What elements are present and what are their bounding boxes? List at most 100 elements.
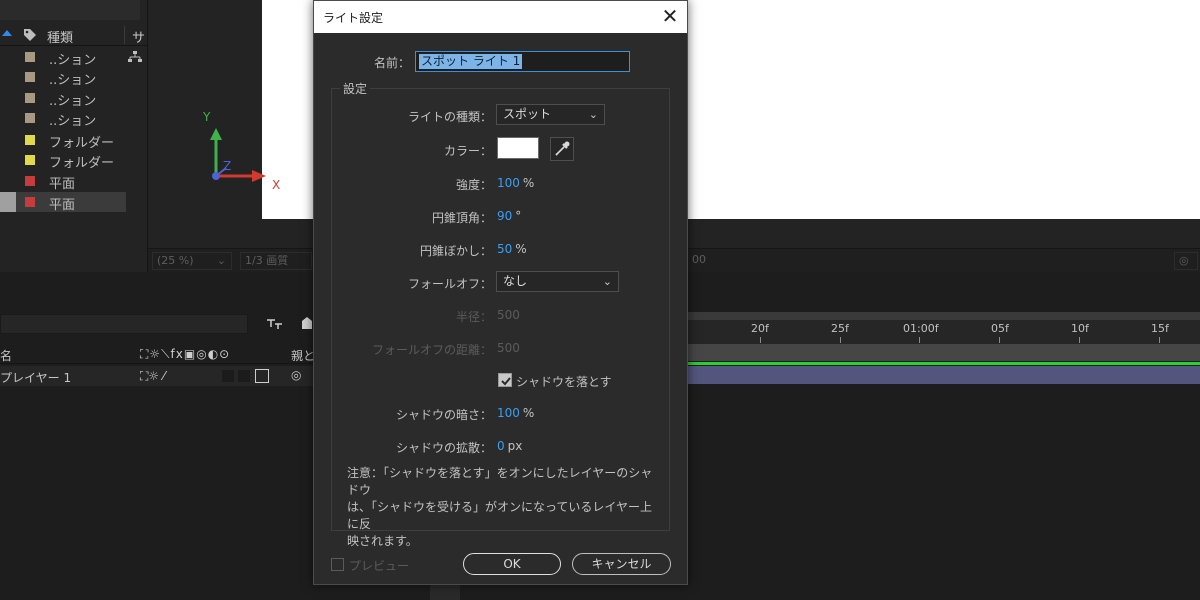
timecode-display[interactable]: 00	[688, 252, 718, 270]
shadow-diffusion-field[interactable]: 0 px	[497, 439, 522, 453]
project-search-bar[interactable]	[0, 0, 140, 20]
sort-ascending-icon[interactable]	[2, 30, 12, 36]
project-item[interactable]: フォルダー	[0, 150, 126, 171]
zoom-value: (25 %)	[157, 254, 194, 267]
resolution-dropdown[interactable]: 1/3 画質	[240, 252, 312, 270]
parent-column-label[interactable]: 親と	[291, 347, 315, 364]
cone-angle-label: 円錐頂角：	[431, 211, 492, 225]
project-item-name: 平面	[49, 177, 76, 192]
name-input[interactable]: スポット ライト 1	[415, 51, 630, 72]
name-label: 名前：	[373, 56, 410, 70]
work-area-bar[interactable]	[686, 344, 1200, 361]
layer-name-column-label[interactable]: 名	[0, 347, 12, 364]
chevron-down-icon: ⌄	[588, 108, 598, 121]
layer-switches-icons[interactable]: ⛶☼ ⁄	[140, 369, 165, 384]
intensity-field[interactable]: 100%	[497, 176, 534, 190]
project-item-name: ..ション	[49, 53, 97, 68]
layer-row[interactable]: プレイヤー 1 ⛶☼ ⁄ ◎	[0, 366, 320, 386]
layer-duration-bar[interactable]	[686, 366, 1200, 384]
cone-feather-unit: %	[515, 242, 527, 256]
radius-label: 半径：	[455, 310, 492, 324]
project-item[interactable]: フォルダー	[0, 130, 126, 151]
project-column-header: 種類 サ	[0, 24, 148, 46]
preview-label[interactable]: プレビュー	[349, 557, 409, 574]
cancel-button[interactable]: キャンセル	[572, 553, 671, 575]
time-ruler[interactable]: 20f 25f 01:00f 05f 10f 15f	[686, 312, 1200, 344]
color-swatch[interactable]	[497, 137, 539, 159]
cone-feather-field[interactable]: 50%	[497, 242, 527, 256]
falloff-dropdown[interactable]: なし ⌄	[496, 271, 619, 292]
project-item[interactable]: ..ション	[0, 47, 142, 68]
adjustment-switch[interactable]	[238, 370, 250, 382]
3d-axis-gizmo-icon[interactable]	[208, 110, 298, 190]
timeline-search-input[interactable]	[0, 314, 248, 334]
label-color-swatch[interactable]	[25, 113, 35, 123]
layer-name[interactable]: プレイヤー 1	[0, 369, 71, 386]
preview-checkbox[interactable]	[331, 558, 344, 571]
project-item[interactable]: ..ション	[0, 88, 126, 109]
checkmark-icon	[501, 377, 511, 386]
falloff-value: なし	[503, 274, 528, 288]
render-cache-indicator	[686, 362, 1200, 365]
eyedropper-icon[interactable]	[550, 137, 574, 161]
zoom-dropdown[interactable]: (25 %) ⌄	[152, 252, 232, 270]
column-type-header[interactable]: 種類	[47, 27, 73, 46]
project-item-selected[interactable]: 平面	[0, 192, 126, 213]
cone-angle-value: 90	[497, 209, 513, 223]
time-navigator-bar[interactable]	[686, 312, 1200, 320]
casts-shadows-checkbox[interactable]	[498, 373, 512, 387]
cone-angle-field[interactable]: 90 °	[497, 209, 521, 223]
project-item[interactable]: ..ション	[0, 67, 126, 88]
pickwhip-icon[interactable]: ◎	[291, 368, 301, 382]
label-color-swatch[interactable]	[25, 176, 35, 186]
shadow-diffusion-unit: px	[507, 439, 523, 453]
tick-label: 05f	[991, 322, 1009, 335]
project-item-name: フォルダー	[49, 136, 115, 151]
chevron-down-icon: ⌄	[602, 275, 612, 288]
note-line: 注意：「シャドウを落とす」をオンにしたレイヤーのシャドウ	[347, 466, 653, 497]
falloff-distance-value: 500	[497, 341, 520, 355]
tick-label: 10f	[1071, 322, 1089, 335]
light-type-dropdown[interactable]: スポット ⌄	[496, 104, 605, 125]
label-color-swatch[interactable]	[25, 93, 35, 103]
light-type-label: ライトの種類：	[407, 110, 492, 124]
motion-blur-switch[interactable]	[222, 370, 234, 382]
column-divider[interactable]	[124, 26, 125, 44]
column-size-header[interactable]: サ	[132, 27, 145, 46]
axis-z-label: Z	[223, 159, 232, 173]
project-item[interactable]: 平面	[0, 171, 126, 192]
project-item[interactable]: ..ション	[0, 108, 126, 129]
name-input-value: スポット ライト 1	[419, 54, 523, 69]
project-item-name: 平面	[49, 198, 76, 213]
label-color-swatch[interactable]	[25, 155, 35, 165]
label-color-swatch[interactable]	[25, 72, 35, 82]
label-tag-icon[interactable]	[23, 28, 37, 42]
label-color-swatch[interactable]	[25, 197, 35, 207]
composition-flowchart-icon[interactable]	[266, 317, 284, 331]
ok-button[interactable]: OK	[463, 553, 561, 575]
shadow-diffusion-label: シャドウの拡散：	[395, 441, 492, 455]
color-label: カラー：	[443, 144, 492, 158]
label-color-swatch[interactable]	[25, 135, 35, 145]
close-icon[interactable]: ✕	[658, 5, 682, 29]
shadow-darkness-field[interactable]: 100%	[497, 406, 534, 420]
tick-mark	[919, 337, 920, 343]
tick-mark	[840, 337, 841, 343]
casts-shadows-label[interactable]: シャドウを落とす	[516, 373, 612, 390]
project-item-name: フォルダー	[49, 156, 115, 171]
camera-icon[interactable]: ◎	[1174, 252, 1198, 270]
shadow-darkness-label: シャドウの暗さ：	[395, 408, 492, 422]
tick-mark	[1159, 337, 1160, 343]
chevron-down-icon: ⌄	[216, 254, 226, 267]
timeline-scroll-handle[interactable]	[430, 584, 460, 600]
dialog-title-bar[interactable]: ライト設定 ✕	[314, 1, 687, 33]
3d-layer-icon[interactable]	[255, 369, 269, 383]
flowchart-icon[interactable]	[128, 51, 142, 63]
note-line: 映されます。	[347, 534, 418, 548]
falloff-label: フォールオフ：	[407, 277, 492, 291]
draft-3d-icon[interactable]	[300, 316, 314, 330]
intensity-unit: %	[522, 176, 535, 190]
tick-mark	[999, 337, 1000, 343]
label-color-swatch[interactable]	[25, 52, 35, 62]
settings-group-label: 設定	[340, 80, 371, 97]
